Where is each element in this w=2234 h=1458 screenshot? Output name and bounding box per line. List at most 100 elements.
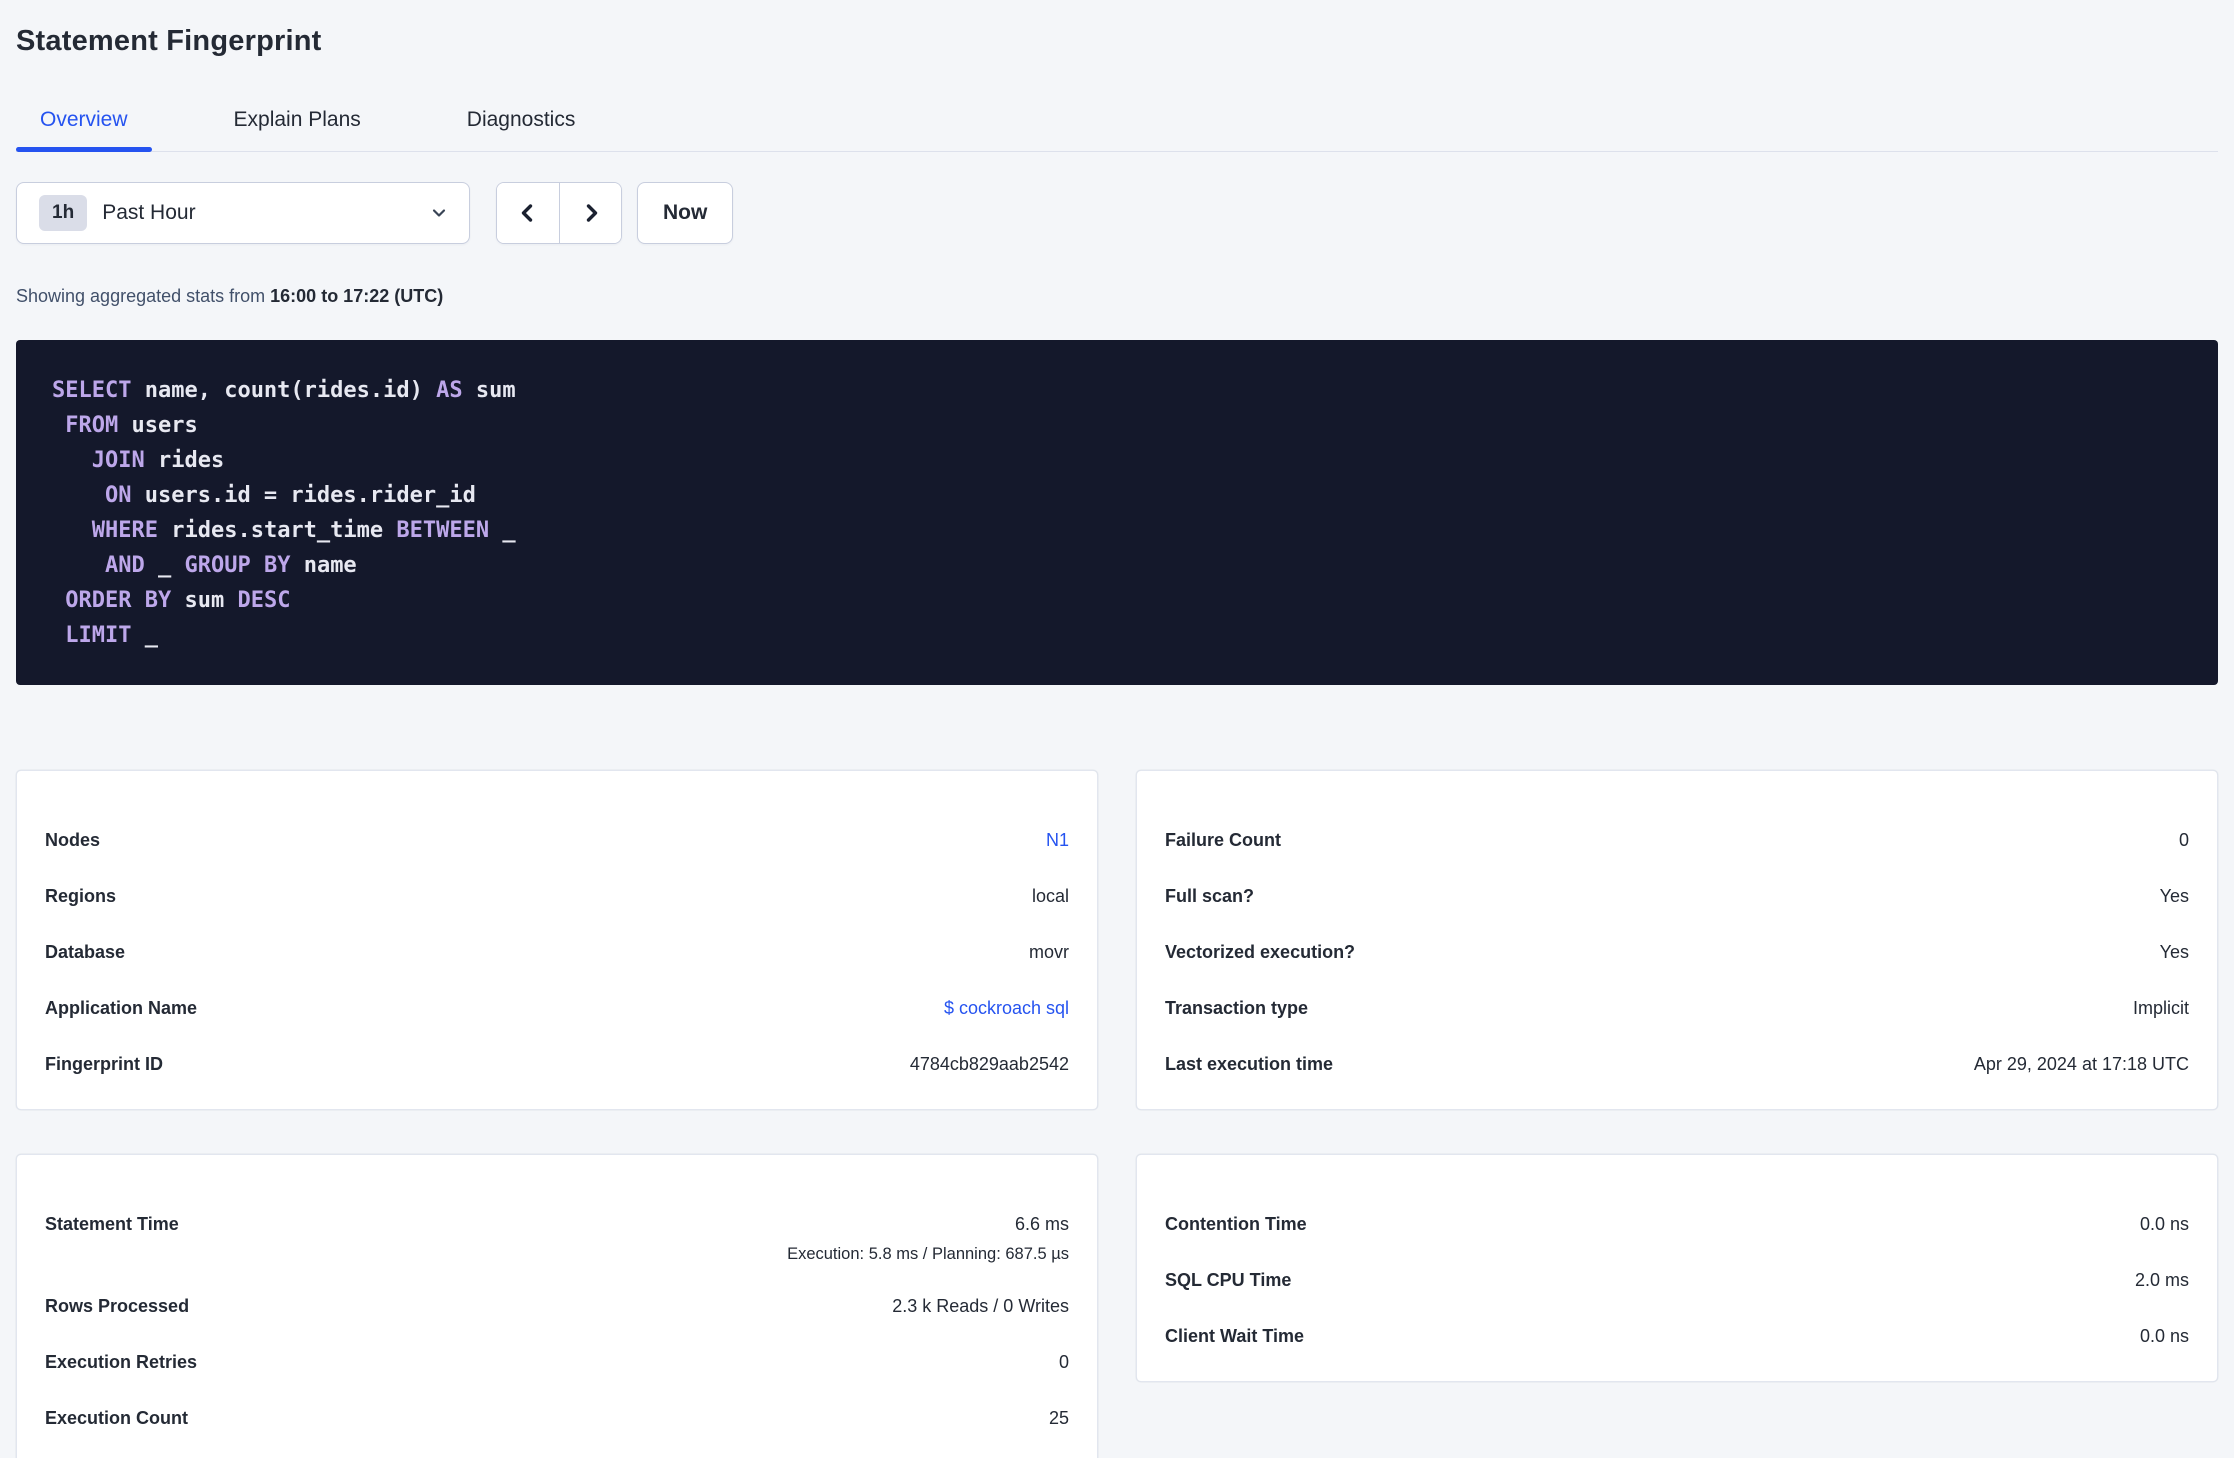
summary-row-fingerprint-id: Fingerprint ID 4784cb829aab2542 — [45, 1051, 1069, 1079]
row-value-transaction-type: Implicit — [2132, 998, 2189, 1018]
summary-row-application-name: Application Name $ cockroach sql — [45, 995, 1069, 1023]
sql-keyword: DESC — [237, 588, 291, 613]
time-range-label: Past Hour — [102, 201, 196, 224]
now-button[interactable]: Now — [637, 182, 734, 244]
sql-text: users.id = rides.rider_id — [131, 483, 476, 508]
sql-keyword: FROM — [65, 413, 119, 438]
row-value-stack: $ cockroach sql — [944, 995, 1069, 1023]
summary-row-full-scan: Full scan? Yes — [1165, 883, 2189, 911]
row-label-regions: Regions — [45, 886, 117, 906]
summary-cards: Nodes N1 Regions local Database movr Applicati… — [16, 770, 2218, 1458]
summary-row-rows-processed: Rows Processed 2.3 k Reads / 0 Writes — [45, 1293, 1069, 1321]
sql-text: rides.start_time — [157, 518, 397, 543]
sql-code-line: ON users.id = rides.rider_id — [52, 478, 2198, 513]
summary-row-statement-time: Statement Time 6.6 ms Execution: 5.8 ms / … — [45, 1211, 1069, 1265]
sql-text: _ — [131, 623, 158, 648]
sql-code-line: LIMIT _ — [52, 618, 2198, 653]
time-range-select[interactable]: 1h Past Hour — [16, 182, 470, 244]
sql-keyword: WHERE — [91, 518, 158, 543]
row-value-stack: 0 — [2179, 827, 2189, 855]
time-toolbar: 1h Past Hour Now — [16, 182, 2218, 244]
row-value-stack: 2.3 k Reads / 0 Writes — [892, 1293, 1069, 1321]
card-statement-times: Statement Time 6.6 ms Execution: 5.8 ms / … — [16, 1154, 1098, 1458]
row-label-full-scan: Full scan? — [1165, 886, 1255, 906]
sql-text: name — [290, 553, 357, 578]
next-range-button[interactable] — [559, 183, 621, 243]
summary-row-execution-count: Execution Count 25 — [45, 1405, 1069, 1433]
sql-text: name, count(rides.id) — [131, 378, 437, 403]
row-value-contention-time: 0.0 ns — [2139, 1214, 2189, 1234]
tab-overview[interactable]: Overview — [16, 98, 152, 152]
sql-text: _ — [144, 553, 185, 578]
row-subvalue-statement-time: Execution: 5.8 ms / Planning: 687.5 µs — [787, 1245, 1069, 1263]
row-value-stack: 0 — [1059, 1349, 1069, 1377]
row-value-execution-count: 25 — [1048, 1408, 1069, 1428]
page-title: Statement Fingerprint — [16, 25, 322, 57]
sql-keyword: SELECT — [52, 378, 132, 403]
row-label-application-name: Application Name — [45, 998, 198, 1018]
summary-row-nodes: Nodes N1 — [45, 827, 1069, 855]
sql-keyword: ORDER BY — [65, 588, 172, 613]
row-value-full-scan: Yes — [2159, 886, 2189, 906]
stats-caption-range: 16:00 to 17:22 (UTC) — [270, 286, 444, 306]
summary-row-contention-time: Contention Time 0.0 ns — [1165, 1211, 2189, 1239]
sql-text: _ — [489, 518, 516, 543]
row-value-stack: local — [1032, 883, 1069, 911]
row-value-stack: 6.6 ms Execution: 5.8 ms / Planning: 687.… — [787, 1211, 1069, 1265]
row-label-failure-count: Failure Count — [1165, 830, 1281, 850]
row-value-execution-retries: 0 — [1058, 1352, 1069, 1372]
row-label-contention-time: Contention Time — [1165, 1214, 1307, 1234]
row-value-vectorized-execution: Yes — [2159, 942, 2189, 962]
row-value-failure-count: 0 — [2178, 830, 2189, 850]
sql-code-line: SELECT name, count(rides.id) AS sum — [52, 373, 2198, 408]
row-value-stack: Yes — [2160, 883, 2189, 911]
aggregated-stats-caption: Showing aggregated stats from 16:00 to 1… — [16, 284, 2218, 308]
summary-row-execution-retries: Execution Retries 0 — [45, 1349, 1069, 1377]
row-value-stack: Yes — [2160, 939, 2189, 967]
tab-diagnostics[interactable]: Diagnostics — [443, 98, 600, 151]
sql-keyword: AND — [104, 553, 145, 578]
sql-text: sum — [171, 588, 238, 613]
chevron-right-icon — [579, 201, 603, 225]
row-value-statement-time: 6.6 ms — [1014, 1214, 1069, 1234]
time-range-badge: 1h — [39, 195, 88, 231]
row-value-stack: 2.0 ms — [2135, 1267, 2189, 1295]
row-value-stack: movr — [1029, 939, 1069, 967]
row-value-fingerprint-id: 4784cb829aab2542 — [909, 1054, 1069, 1074]
sql-keyword: AS — [436, 378, 463, 403]
row-label-execution-count: Execution Count — [45, 1408, 188, 1428]
row-value-stack: 25 — [1049, 1405, 1069, 1433]
chevron-left-icon — [516, 201, 540, 225]
tab-explain-plans[interactable]: Explain Plans — [210, 98, 385, 151]
summary-row-database: Database movr — [45, 939, 1069, 967]
card-execution-attributes: Failure Count 0 Full scan? Yes Vectorized ex… — [1136, 770, 2218, 1110]
time-range-nav — [496, 182, 622, 244]
sql-code-line: WHERE rides.start_time BETWEEN _ — [52, 513, 2198, 548]
card-resource-times: Contention Time 0.0 ns SQL CPU Time 2.0 ms C… — [1136, 1154, 2218, 1382]
summary-row-client-wait-time: Client Wait Time 0.0 ns — [1165, 1323, 2189, 1351]
row-value-nodes-link[interactable]: N1 — [1046, 830, 1069, 850]
summary-row-failure-count: Failure Count 0 — [1165, 827, 2189, 855]
sql-keyword: JOIN — [91, 448, 145, 473]
summary-row-vectorized-execution: Vectorized execution? Yes — [1165, 939, 2189, 967]
row-value-application-name-link[interactable]: $ cockroach sql — [944, 998, 1069, 1018]
sql-text: rides — [144, 448, 225, 473]
sql-keyword: ON — [104, 483, 132, 508]
row-value-stack: Implicit — [2133, 995, 2189, 1023]
summary-row-transaction-type: Transaction type Implicit — [1165, 995, 2189, 1023]
row-label-database: Database — [45, 942, 126, 962]
sql-code-line: ORDER BY sum DESC — [52, 583, 2198, 618]
row-label-last-execution-time: Last execution time — [1165, 1054, 1334, 1074]
sql-statement-block: SELECT name, count(rides.id) AS sum FROM… — [16, 340, 2218, 685]
row-label-statement-time: Statement Time — [45, 1214, 179, 1234]
sql-code-line: FROM users — [52, 408, 2198, 443]
row-value-stack: 0.0 ns — [2140, 1323, 2189, 1351]
sql-keyword: GROUP BY — [184, 553, 291, 578]
chevron-down-icon — [429, 203, 449, 223]
row-value-stack: 0.0 ns — [2140, 1211, 2189, 1239]
prev-range-button[interactable] — [497, 183, 559, 243]
